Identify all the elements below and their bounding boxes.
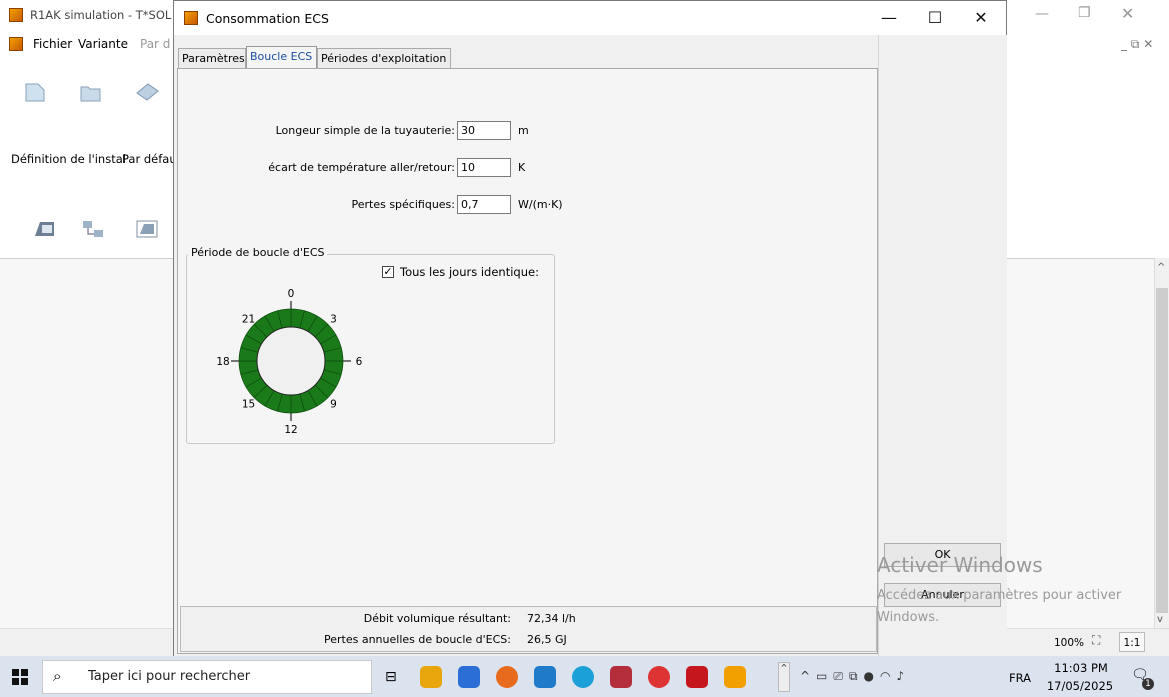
toolbar-label-default[interactable]: Par défau (122, 152, 177, 166)
toolbar-label-installation[interactable]: Définition de l'instal (11, 152, 126, 166)
activation-watermark-line: Accédez aux paramètres pour activer (877, 588, 1122, 603)
windows-start-icon[interactable] (12, 669, 28, 685)
annual-loop-losses-value: 26,5 GJ (527, 633, 567, 646)
search-placeholder: Taper ici pour rechercher (88, 669, 251, 684)
clock-hour-label: 3 (330, 314, 337, 326)
close-button[interactable]: ✕ (958, 1, 1004, 35)
show-hidden-icons-icon[interactable]: ^ (778, 662, 790, 692)
menu-variante[interactable]: Variante (78, 37, 128, 51)
temperature-difference-label: écart de température aller/retour: (268, 161, 455, 174)
task-view-icon[interactable]: ⊟ (385, 669, 397, 685)
maximize-button[interactable]: ☐ (912, 1, 958, 35)
acrobat-icon[interactable] (686, 666, 708, 688)
activation-watermark-title: Activer Windows (877, 553, 1043, 577)
dialog-title: Consommation ECS (206, 11, 329, 26)
edge-icon[interactable] (572, 666, 594, 688)
results-box: Débit volumique résultant: 72,34 l/h Per… (180, 606, 877, 652)
pipe-length-unit: m (518, 124, 529, 137)
clock-hour-label: 6 (356, 356, 363, 368)
specific-losses-input[interactable] (457, 195, 511, 214)
clock-hour-label: 15 (242, 398, 255, 410)
loop-period-clock[interactable]: 0 3 6 9 12 15 18 21 (195, 267, 385, 442)
pipe-length-input[interactable] (457, 121, 511, 140)
clock-inner-circle (256, 326, 326, 396)
background-window-title: R1AK simulation - T*SOL (30, 8, 172, 22)
activation-watermark-line: Windows. (877, 610, 940, 625)
system-icon-3[interactable] (134, 218, 160, 240)
scroll-up-icon[interactable]: ^ (1157, 262, 1165, 273)
loop-period-group-title: Période de boucle d'ECS (188, 246, 328, 259)
resulting-flow-value: 72,34 l/h (527, 612, 576, 625)
menu-fichier[interactable]: Fichier (33, 37, 72, 51)
background-scrollbar[interactable]: ^ v (1154, 258, 1169, 628)
notification-count: 1 (1142, 678, 1154, 690)
clock-hour-label: 18 (216, 356, 229, 368)
zoom-ratio-button[interactable]: 1:1 (1119, 632, 1145, 652)
menu-par[interactable]: Par d (140, 37, 170, 51)
bg-close-icon[interactable]: ✕ (1121, 4, 1134, 23)
taskbar-search-box[interactable]: ⌕ Taper ici pour rechercher (42, 660, 372, 694)
mdi-controls-icon[interactable]: _ ⧉ ✕ (1121, 37, 1153, 52)
file-explorer-icon[interactable] (420, 666, 442, 688)
dialog-app-icon (184, 11, 198, 25)
clock-hour-label: 0 (288, 288, 295, 300)
bg-minimize-icon[interactable]: — (1035, 6, 1049, 22)
system-icon-1[interactable] (32, 218, 58, 240)
clock-time[interactable]: 11:03 PM (1051, 661, 1111, 675)
tsol-taskbar-icon[interactable] (724, 666, 746, 688)
same-every-day-label[interactable]: Tous les jours identique: (400, 265, 539, 279)
fit-zoom-icon[interactable]: ⛶ (1092, 633, 1112, 651)
save-icon[interactable] (134, 81, 160, 103)
store-icon[interactable] (458, 666, 480, 688)
specific-losses-label: Pertes spécifiques: (351, 198, 455, 211)
annual-loop-losses-label: Pertes annuelles de boucle d'ECS: (324, 633, 511, 646)
zoom-level: 100% (1054, 637, 1085, 649)
specific-losses-unit: W/(m·K) (518, 198, 563, 211)
dialog-titlebar[interactable]: Consommation ECS — ☐ ✕ (174, 1, 1006, 35)
firefox-icon[interactable] (496, 666, 518, 688)
chrome-icon[interactable] (648, 666, 670, 688)
tab-boucle-ecs[interactable]: Boucle ECS (246, 46, 317, 69)
clock-hour-label: 21 (242, 314, 255, 326)
bg-maximize-icon[interactable]: ❐ (1078, 5, 1091, 21)
resulting-flow-label: Débit volumique résultant: (363, 612, 511, 625)
app-icon (9, 8, 23, 22)
boucle-ecs-panel: Longeur simple de la tuyauterie: m écart… (177, 68, 878, 654)
temperature-difference-unit: K (518, 161, 526, 174)
pipe-length-label: Longeur simple de la tuyauterie: (275, 124, 455, 137)
tray-icons[interactable]: ^▭⎚⧉●◠♪ (800, 669, 910, 684)
menu-app-icon (9, 37, 23, 51)
minimize-button[interactable]: — (866, 1, 912, 35)
scrollbar-thumb[interactable] (1156, 288, 1168, 613)
system-icon-2[interactable] (80, 218, 106, 240)
tab-parametres[interactable]: Paramètres (178, 48, 246, 68)
new-document-icon[interactable] (22, 81, 48, 103)
clock-date[interactable]: 17/05/2025 (1045, 679, 1115, 693)
tab-periodes-exploitation[interactable]: Périodes d'exploitation (317, 48, 451, 68)
scroll-down-icon[interactable]: v (1157, 614, 1163, 625)
language-indicator[interactable]: FRA (1009, 671, 1031, 685)
temperature-difference-input[interactable] (457, 158, 511, 177)
search-icon: ⌕ (53, 667, 62, 685)
clock-hour-label: 9 (330, 398, 337, 410)
outlook-icon[interactable] (534, 666, 556, 688)
open-folder-icon[interactable] (78, 81, 104, 103)
activation-watermark-text: Accédez aux paramètres pour activer Wind… (877, 585, 1121, 629)
clock-hour-label: 12 (284, 424, 297, 436)
security-shield-icon[interactable] (610, 666, 632, 688)
